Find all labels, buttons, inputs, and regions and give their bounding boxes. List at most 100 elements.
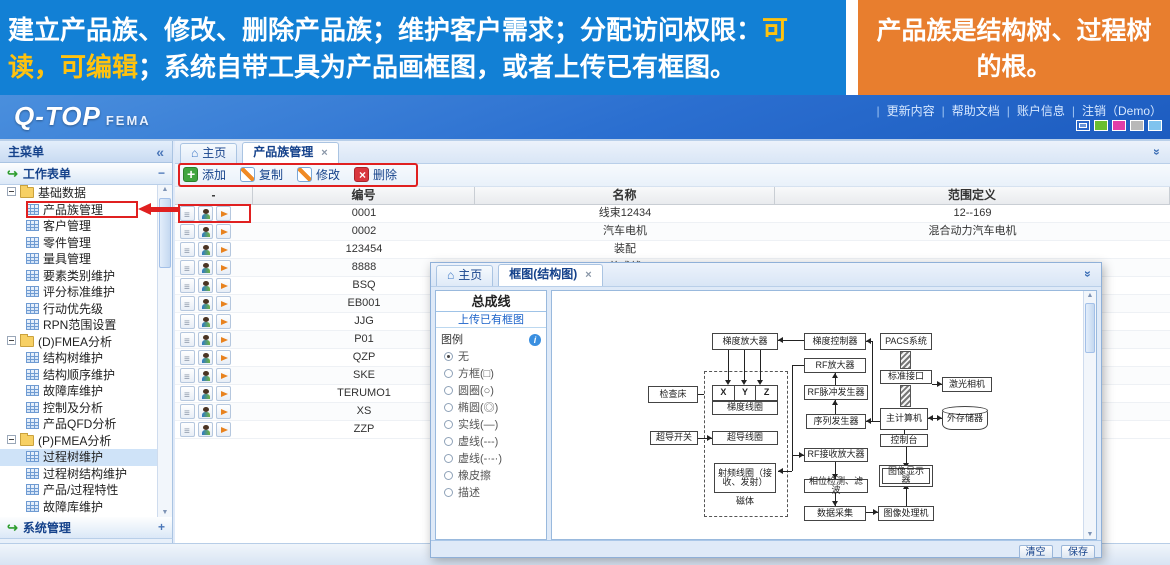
sidebar-panel-worksheets[interactable]: ↪工作表单 −: [0, 163, 173, 185]
detail-icon[interactable]: [180, 368, 195, 383]
share-icon[interactable]: [216, 386, 231, 401]
user-icon[interactable]: [198, 350, 213, 365]
tree-item[interactable]: 故障库维护: [0, 383, 172, 400]
tree-folder[interactable]: (P)FMEA分析: [0, 433, 172, 450]
expand-toggle-icon[interactable]: [7, 187, 16, 196]
canvas-scrollbar-thumb[interactable]: [1085, 303, 1095, 353]
tree-scrollbar[interactable]: ▲ ▼: [157, 185, 172, 517]
detail-icon[interactable]: [180, 260, 195, 275]
share-icon[interactable]: [216, 242, 231, 257]
close-icon[interactable]: ×: [321, 147, 327, 159]
copy-button[interactable]: 复制: [240, 166, 283, 185]
legend-option[interactable]: 橡皮擦: [436, 468, 546, 485]
radio-icon[interactable]: [444, 386, 453, 395]
user-icon[interactable]: [198, 368, 213, 383]
tree-item[interactable]: 产品/过程特性: [0, 482, 172, 499]
theme-swatch[interactable]: [1094, 120, 1108, 131]
radio-icon[interactable]: [444, 369, 453, 378]
tree-item[interactable]: 过程树维护: [0, 449, 172, 466]
tree-item[interactable]: 故障库维护: [0, 499, 172, 516]
tree-item[interactable]: 结构顺序维护: [0, 367, 172, 384]
share-icon[interactable]: [216, 278, 231, 293]
detail-icon[interactable]: [180, 386, 195, 401]
theme-swatch[interactable]: [1130, 120, 1144, 131]
header-link[interactable]: 注销（Demo）: [1082, 104, 1162, 118]
header-link[interactable]: 更新内容: [887, 104, 935, 118]
canvas-scrollbar[interactable]: ▲ ▼: [1083, 291, 1096, 539]
legend-option[interactable]: 描述: [436, 485, 546, 502]
user-icon[interactable]: [198, 296, 213, 311]
radio-icon[interactable]: [444, 454, 453, 463]
user-icon[interactable]: [198, 314, 213, 329]
table-row[interactable]: 123454装配: [175, 241, 1170, 259]
radio-icon[interactable]: [444, 420, 453, 429]
detail-icon[interactable]: [180, 224, 195, 239]
delete-button[interactable]: 删除: [354, 166, 397, 185]
detail-icon[interactable]: [180, 278, 195, 293]
share-icon[interactable]: [216, 368, 231, 383]
share-icon[interactable]: [216, 332, 231, 347]
info-icon[interactable]: i: [529, 334, 541, 346]
tree-item[interactable]: 客户管理: [0, 218, 172, 235]
user-icon[interactable]: [198, 332, 213, 347]
detail-icon[interactable]: [180, 422, 195, 437]
legend-option[interactable]: 虚线(---): [436, 434, 546, 451]
tree-item[interactable]: 产品QFD分析: [0, 416, 172, 433]
user-icon[interactable]: [198, 278, 213, 293]
sidebar-panel-system[interactable]: ↪系统管理 +: [0, 517, 173, 539]
share-icon[interactable]: [216, 260, 231, 275]
legend-option[interactable]: 方框(□): [436, 366, 546, 383]
popup-tab[interactable]: ⌂主页: [436, 265, 493, 286]
radio-icon[interactable]: [444, 488, 453, 497]
tree-item[interactable]: 过程树结构维护: [0, 466, 172, 483]
tree-item[interactable]: 零件管理: [0, 235, 172, 252]
system-expand-toggle[interactable]: +: [158, 517, 165, 538]
radio-icon[interactable]: [444, 471, 453, 480]
theme-swatch[interactable]: [1112, 120, 1126, 131]
user-icon[interactable]: [198, 242, 213, 257]
detail-icon[interactable]: [180, 206, 195, 221]
tree-folder[interactable]: 基础数据: [0, 185, 172, 202]
legend-option[interactable]: 实线(—): [436, 417, 546, 434]
scroll-down-icon[interactable]: ▼: [158, 509, 172, 516]
scroll-up-icon[interactable]: ▲: [158, 186, 172, 193]
canvas-scroll-up-icon[interactable]: ▲: [1084, 292, 1096, 299]
radio-icon[interactable]: [444, 437, 453, 446]
detail-icon[interactable]: [180, 242, 195, 257]
tree-item[interactable]: 控制及分析: [0, 400, 172, 417]
tree-folder[interactable]: (D)FMEA分析: [0, 334, 172, 351]
table-row[interactable]: 0002汽车电机混合动力汽车电机: [175, 223, 1170, 241]
theme-swatch[interactable]: [1148, 120, 1162, 131]
radio-icon[interactable]: [444, 403, 453, 412]
theme-swatch[interactable]: [1076, 120, 1090, 131]
user-icon[interactable]: [198, 404, 213, 419]
share-icon[interactable]: [216, 224, 231, 239]
detail-icon[interactable]: [180, 296, 195, 311]
legend-option[interactable]: 椭圆(◎): [436, 400, 546, 417]
user-icon[interactable]: [198, 224, 213, 239]
share-icon[interactable]: [216, 350, 231, 365]
legend-option[interactable]: 无: [436, 349, 546, 366]
save-button[interactable]: 保存: [1061, 545, 1095, 559]
table-row[interactable]: 0001线束1243412--169: [175, 205, 1170, 223]
user-icon[interactable]: [198, 260, 213, 275]
radio-icon[interactable]: [444, 352, 453, 361]
header-link[interactable]: 账户信息: [1017, 104, 1065, 118]
detail-icon[interactable]: [180, 314, 195, 329]
share-icon[interactable]: [216, 422, 231, 437]
expand-toggle-icon[interactable]: [7, 435, 16, 444]
canvas-scroll-down-icon[interactable]: ▼: [1084, 531, 1096, 538]
worksheet-collapse-toggle[interactable]: −: [158, 163, 165, 184]
diagram-canvas[interactable]: 梯度放大器梯度控制器PACS系统RF放大器检查床XYZ梯度线圈RF脉冲发生器标准…: [551, 290, 1097, 540]
tree-item[interactable]: 评分标准维护: [0, 284, 172, 301]
close-icon[interactable]: ×: [585, 269, 591, 281]
share-icon[interactable]: [216, 296, 231, 311]
main-tab[interactable]: ⌂主页: [180, 143, 237, 164]
tree-item[interactable]: 行动优先级: [0, 301, 172, 318]
sidebar-collapse-icon[interactable]: «: [156, 141, 164, 163]
tree-item[interactable]: 量具管理: [0, 251, 172, 268]
tree-item[interactable]: 结构树维护: [0, 350, 172, 367]
upload-diagram-link[interactable]: 上传已有框图: [436, 312, 546, 328]
detail-icon[interactable]: [180, 350, 195, 365]
clear-button[interactable]: 清空: [1019, 545, 1053, 559]
